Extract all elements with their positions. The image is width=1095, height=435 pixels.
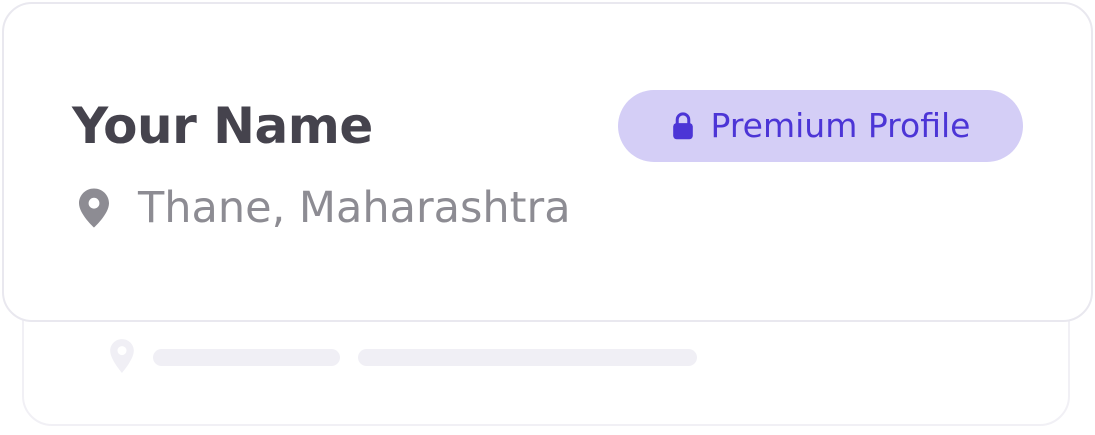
map-pin-icon	[110, 339, 134, 373]
map-pin-icon	[79, 188, 109, 228]
profile-card	[2, 2, 1093, 322]
profile-card-stack: Your Name Thane, Maharashtra Premium Pro…	[0, 0, 1095, 435]
premium-profile-badge[interactable]: Premium Profile	[618, 90, 1023, 162]
profile-name: Your Name	[72, 97, 373, 155]
profile-location: Thane, Maharashtra	[138, 183, 571, 233]
location-row: Thane, Maharashtra	[76, 180, 571, 236]
premium-badge-label: Premium Profile	[710, 106, 971, 145]
skeleton-placeholder	[153, 349, 340, 366]
skeleton-placeholder	[358, 349, 697, 366]
lock-icon	[672, 112, 693, 140]
